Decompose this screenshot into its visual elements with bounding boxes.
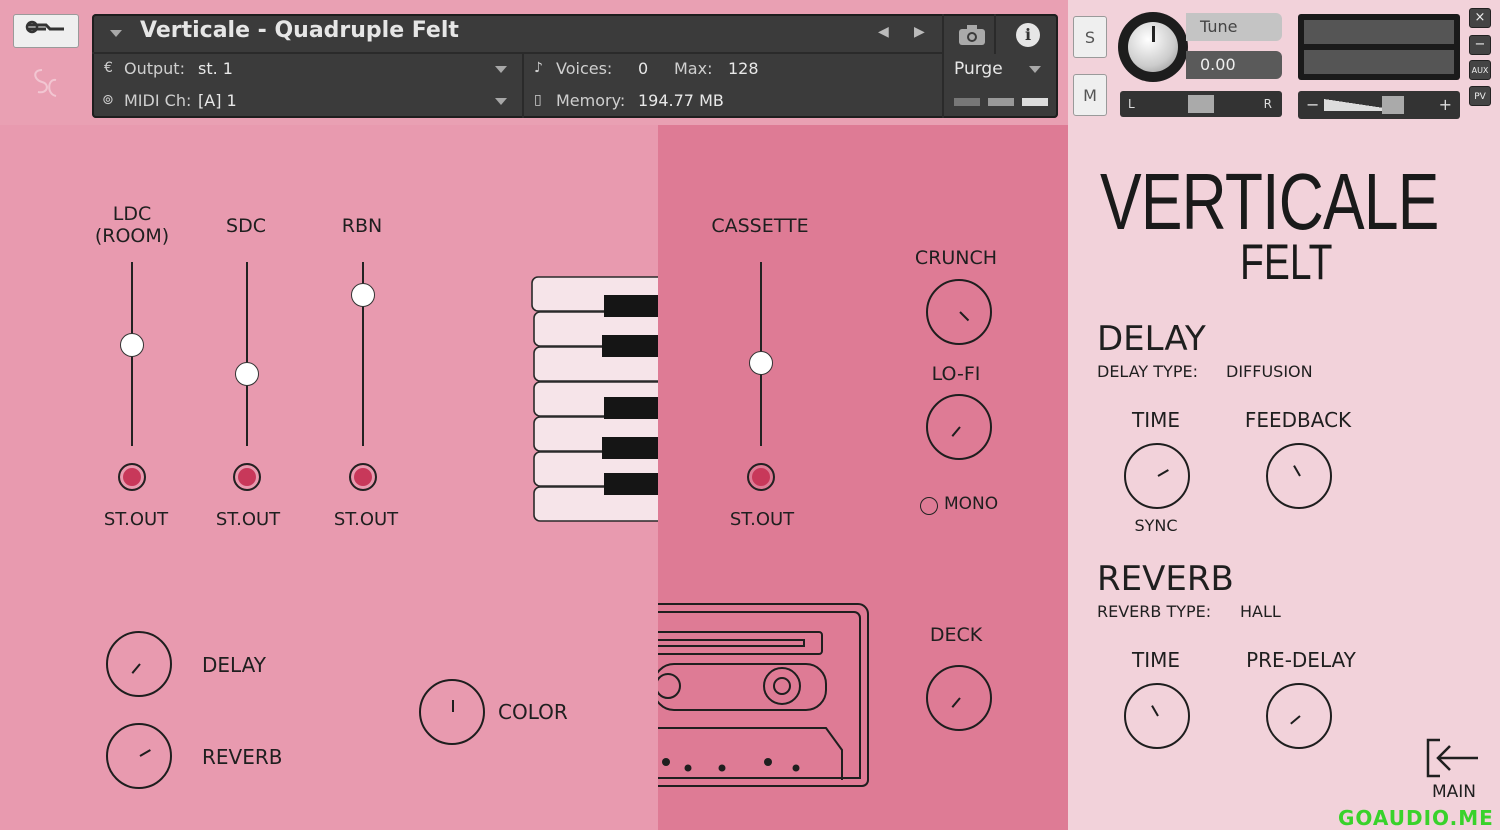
- camera-icon[interactable]: [958, 24, 986, 46]
- purge-dropdown-icon[interactable]: [1029, 66, 1041, 73]
- fader-track: [246, 262, 248, 446]
- max-value[interactable]: 128: [728, 59, 759, 78]
- deck-label: DECK: [929, 624, 983, 646]
- main-nav-label[interactable]: MAIN: [1414, 782, 1494, 802]
- color-knob[interactable]: [419, 679, 485, 745]
- reverb-heading: REVERB: [1097, 559, 1234, 599]
- crunch-label: CRUNCH: [914, 247, 998, 269]
- mic-sdc-label: SDC: [226, 215, 266, 237]
- minimize-button[interactable]: −: [1469, 35, 1491, 55]
- output-meter: [1298, 14, 1460, 80]
- mono-radio[interactable]: [920, 497, 938, 515]
- purge-button[interactable]: Purge: [954, 59, 1003, 79]
- level-meter-2: [988, 98, 1014, 106]
- reverb-predelay-label: PRE-DELAY: [1246, 648, 1356, 672]
- mic-rbn-stout-label: ST.OUT: [333, 509, 399, 530]
- mic-ldc-fader[interactable]: [120, 332, 144, 357]
- level-meter-3: [1022, 98, 1048, 106]
- output-icon: €: [104, 60, 113, 76]
- aux-button[interactable]: AUX: [1469, 60, 1491, 80]
- color-label: COLOR: [498, 700, 568, 724]
- instrument-name[interactable]: Verticale - Quadruple Felt: [140, 18, 459, 43]
- midi-value[interactable]: [A] 1: [198, 91, 237, 110]
- solo-button[interactable]: S: [1073, 16, 1107, 58]
- voices-value: 0: [638, 59, 649, 78]
- mic-sdc-stout-label: ST.OUT: [215, 509, 281, 530]
- output-label: Output:: [124, 59, 185, 78]
- delay-send-knob[interactable]: [106, 631, 172, 697]
- output-value[interactable]: st. 1: [198, 59, 233, 78]
- memory-value: 194.77 MB: [638, 91, 724, 110]
- wrench-icon: [25, 20, 64, 34]
- pan-slider[interactable]: L R: [1120, 91, 1282, 117]
- cassette-tape-illustration: [658, 603, 869, 787]
- reverb-type-value[interactable]: HALL: [1240, 602, 1281, 621]
- close-button[interactable]: ×: [1469, 8, 1491, 28]
- mic-rbn-label: RBN: [341, 215, 383, 237]
- tune-knob[interactable]: [1118, 12, 1188, 82]
- prev-arrow-icon[interactable]: ◀: [878, 24, 889, 40]
- memory-icon: ▯: [534, 92, 542, 108]
- brand-subtitle: FELT: [1240, 234, 1333, 290]
- tune-value[interactable]: 0.00: [1186, 51, 1282, 79]
- brand-title: VERTICALE: [1100, 157, 1439, 246]
- mic-ldc-stout-toggle[interactable]: [118, 463, 146, 491]
- lofi-label: LO-FI: [931, 363, 981, 385]
- mic-sdc-stout-toggle[interactable]: [233, 463, 261, 491]
- reverb-time-label: TIME: [1131, 648, 1180, 672]
- watermark: GOAUDIO.ME: [1338, 806, 1494, 830]
- voices-label: Voices:: [556, 59, 613, 78]
- midi-label: MIDI Ch:: [124, 91, 192, 110]
- mic-ldc-label: LDC (ROOM): [94, 203, 170, 247]
- next-arrow-icon[interactable]: ▶: [914, 24, 925, 40]
- midi-icon: ⊚: [102, 92, 114, 108]
- memory-label: Memory:: [556, 91, 626, 110]
- max-label: Max:: [674, 59, 713, 78]
- crunch-knob[interactable]: [926, 279, 992, 345]
- pan-left-label: L: [1128, 97, 1135, 111]
- volume-plus-label: +: [1438, 95, 1452, 114]
- instrument-header: Verticale - Quadruple Felt ◀ ▶ i € Outpu…: [92, 14, 1058, 118]
- reverb-type-label: REVERB TYPE:: [1097, 602, 1212, 621]
- output-dropdown-icon[interactable]: [495, 66, 507, 73]
- mono-label: MONO: [944, 494, 999, 514]
- mic-rbn-fader[interactable]: [351, 283, 375, 308]
- delay-type-value[interactable]: DIFFUSION: [1226, 362, 1313, 381]
- wrench-button[interactable]: [13, 14, 79, 48]
- delay-feedback-label: FEEDBACK: [1244, 408, 1352, 432]
- info-icon[interactable]: i: [1016, 23, 1040, 47]
- back-arrow-icon[interactable]: [1422, 736, 1482, 780]
- cassette-stout-label: ST.OUT: [729, 509, 795, 530]
- delay-heading: DELAY: [1097, 319, 1206, 359]
- reverb-time-knob[interactable]: [1124, 683, 1190, 749]
- delay-type-label: DELAY TYPE:: [1097, 362, 1198, 381]
- voices-icon: ♪: [534, 60, 543, 76]
- delay-send-label: DELAY: [202, 653, 266, 677]
- delay-time-label: TIME: [1131, 408, 1180, 432]
- chevron-down-icon[interactable]: [110, 30, 122, 37]
- cassette-stout-toggle[interactable]: [747, 463, 775, 491]
- level-meter-1: [954, 98, 980, 106]
- cassette-fader[interactable]: [749, 351, 773, 376]
- pan-right-label: R: [1263, 97, 1272, 111]
- cassette-label: CASSETTE: [711, 215, 809, 237]
- delay-sync-toggle[interactable]: SYNC: [1106, 516, 1206, 535]
- deck-knob[interactable]: [926, 665, 992, 731]
- piano-keys-illustration: [531, 276, 658, 522]
- tune-label: Tune: [1186, 13, 1282, 41]
- volume-slider[interactable]: − +: [1298, 91, 1460, 119]
- reverb-predelay-knob[interactable]: [1266, 683, 1332, 749]
- reverb-send-label: REVERB: [202, 745, 283, 769]
- delay-time-knob[interactable]: [1124, 443, 1190, 509]
- mute-button[interactable]: M: [1073, 74, 1107, 116]
- sc-logo: [18, 58, 78, 118]
- mic-rbn-stout-toggle[interactable]: [349, 463, 377, 491]
- mic-ldc-stout-label: ST.OUT: [103, 509, 169, 530]
- volume-minus-label: −: [1306, 95, 1320, 114]
- reverb-send-knob[interactable]: [106, 723, 172, 789]
- lofi-knob[interactable]: [926, 394, 992, 460]
- pv-button[interactable]: PV: [1469, 86, 1491, 106]
- delay-feedback-knob[interactable]: [1266, 443, 1332, 509]
- midi-dropdown-icon[interactable]: [495, 98, 507, 105]
